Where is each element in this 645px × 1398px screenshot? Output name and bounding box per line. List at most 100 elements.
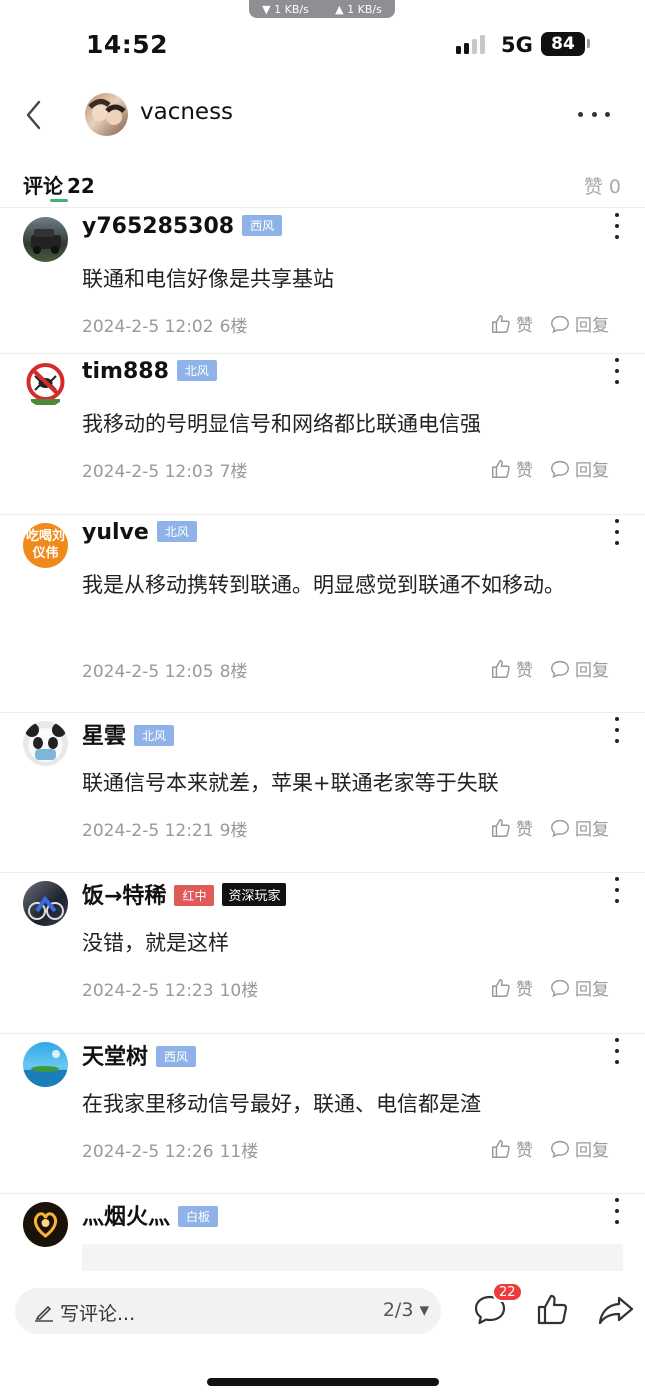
share-icon[interactable]	[597, 1292, 635, 1328]
net-up-speed: ▲ 1 KB/s	[335, 2, 382, 16]
comment-image-placeholder	[82, 1244, 623, 1271]
tab-likes-label: 赞	[583, 176, 603, 198]
comment-username[interactable]: 饭→特稀 红中 资深玩家	[82, 878, 287, 910]
tab-likes-count: 0	[608, 176, 621, 198]
user-avatar[interactable]	[23, 217, 68, 262]
clock: 14:52	[86, 30, 169, 59]
net-down-speed: ▼ 1 KB/s	[262, 2, 309, 16]
comment-date: 2024-2-5 12:23	[82, 981, 214, 1001]
comment-username[interactable]: tim888 北风	[82, 359, 217, 384]
like-button[interactable]: 赞	[490, 311, 533, 336]
comment-floor: 11楼	[219, 1142, 259, 1162]
battery-icon: 84	[541, 32, 585, 56]
signal-icon	[456, 34, 485, 54]
author-name[interactable]: vacness	[140, 99, 233, 125]
more-icon[interactable]	[611, 1198, 623, 1224]
network-type: 5G	[501, 33, 533, 57]
avatar-text: 吃喝刘仪伟	[26, 529, 66, 561]
user-badge: 资深玩家	[222, 883, 287, 906]
comment-username[interactable]: 天堂树 西风	[82, 1039, 197, 1071]
home-indicator	[207, 1378, 439, 1386]
reply-button[interactable]: 回复	[549, 815, 609, 840]
reply-button[interactable]: 回复	[549, 456, 609, 481]
like-button[interactable]: 赞	[490, 656, 533, 681]
comment-text: 在我家里移动信号最好，联通、电信都是渣	[82, 1092, 481, 1116]
comment-input[interactable]: 写评论... 2/3 ▾	[15, 1288, 441, 1334]
pen-icon	[35, 1305, 53, 1322]
reply-button[interactable]: 回复	[549, 311, 609, 336]
comment-floor: 6楼	[219, 317, 248, 337]
comment-actions: 赞 回复	[490, 311, 609, 336]
like-button[interactable]: 赞	[490, 1136, 533, 1161]
comment-username[interactable]: yulve 北风	[82, 520, 197, 545]
user-level-tag: 北风	[156, 521, 197, 542]
comment-username[interactable]: y765285308 西风	[82, 214, 283, 239]
comment-count-badge: 22	[492, 1282, 523, 1302]
like-button[interactable]: 赞	[490, 975, 533, 1000]
comment-floor: 10楼	[219, 981, 259, 1001]
thumb-up-icon[interactable]	[535, 1292, 571, 1328]
comment-date: 2024-2-5 12:21	[82, 821, 214, 841]
user-avatar[interactable]	[23, 881, 68, 926]
like-icon	[492, 314, 510, 333]
battery-level: 84	[551, 34, 575, 54]
comment-item: 星雲 北风 联通信号本来就差，苹果+联通老家等于失联 2024-2-5 12:21…	[0, 713, 645, 873]
reply-icon	[551, 460, 569, 478]
comment-actions: 赞 回复	[490, 656, 609, 681]
user-level-tag: 白板	[178, 1206, 219, 1227]
reply-button[interactable]: 回复	[549, 1136, 609, 1161]
comment-item: 饭→特稀 红中 资深玩家 没错，就是这样 2024-2-5 12:23 10楼 赞 回…	[0, 873, 645, 1034]
tab-comments-count: 22	[67, 174, 95, 198]
comment-actions: 赞 回复	[490, 815, 609, 840]
comment-date: 2024-2-5 12:02	[82, 317, 214, 337]
reply-icon	[551, 660, 569, 678]
more-icon[interactable]	[611, 1038, 623, 1064]
comment-text: 我是从移动携转到联通。明显感觉到联通不如移动。	[82, 573, 565, 597]
user-avatar[interactable]: 吃喝刘仪伟	[23, 523, 68, 568]
more-icon[interactable]	[611, 877, 623, 903]
comment-meta: 2024-2-5 12:03 7楼	[82, 457, 247, 482]
reply-icon	[551, 979, 569, 997]
comment-username[interactable]: 灬烟火灬 白板	[82, 1199, 219, 1231]
comment-floor: 8楼	[219, 662, 248, 682]
more-icon[interactable]	[611, 213, 623, 239]
tab-likes[interactable]: 赞 0	[584, 172, 621, 199]
user-avatar[interactable]	[23, 1042, 68, 1087]
comment-actions: 赞 回复	[490, 975, 609, 1000]
more-icon[interactable]	[578, 102, 610, 126]
user-level-tag: 北风	[134, 725, 175, 746]
back-icon[interactable]	[22, 98, 52, 132]
like-icon	[492, 659, 510, 678]
bottom-bar: 写评论... 2/3 ▾ 22	[0, 1272, 645, 1398]
comment-floor: 9楼	[219, 821, 248, 841]
tab-comments-label: 评论	[23, 174, 63, 198]
user-level-tag: 西风	[242, 215, 283, 236]
comment-item: 天堂树 西风 在我家里移动信号最好，联通、电信都是渣 2024-2-5 12:26…	[0, 1034, 645, 1194]
comment-meta: 2024-2-5 12:02 6楼	[82, 312, 247, 337]
more-icon[interactable]	[611, 358, 623, 384]
user-level-tag: 北风	[176, 360, 217, 381]
user-level-tag: 红中	[174, 885, 215, 906]
more-icon[interactable]	[611, 519, 623, 545]
reply-icon	[551, 819, 569, 837]
reply-button[interactable]: 回复	[549, 656, 609, 681]
comment-meta: 2024-2-5 12:21 9楼	[82, 816, 247, 841]
user-avatar[interactable]	[23, 721, 68, 766]
comment-text: 没错，就是这样	[82, 931, 229, 955]
network-speed-indicator: ▼ 1 KB/s ▲ 1 KB/s	[249, 0, 395, 18]
comment-meta: 2024-2-5 12:23 10楼	[82, 976, 258, 1001]
page-selector[interactable]: 2/3 ▾	[383, 1299, 429, 1321]
post-header: vacness	[0, 84, 645, 144]
comment-username[interactable]: 星雲 北风	[82, 718, 175, 750]
author-avatar[interactable]	[85, 93, 128, 136]
reply-button[interactable]: 回复	[549, 975, 609, 1000]
like-button[interactable]: 赞	[490, 456, 533, 481]
comment-list[interactable]: y765285308 西风 联通和电信好像是共享基站 2024-2-5 12:02…	[0, 209, 645, 1271]
tab-comments[interactable]: 评论 22	[23, 170, 95, 199]
user-avatar[interactable]	[23, 1202, 68, 1247]
comment-date: 2024-2-5 12:05	[82, 662, 214, 682]
more-icon[interactable]	[611, 717, 623, 743]
reply-icon	[551, 315, 569, 333]
user-avatar[interactable]	[23, 362, 68, 407]
like-button[interactable]: 赞	[490, 815, 533, 840]
